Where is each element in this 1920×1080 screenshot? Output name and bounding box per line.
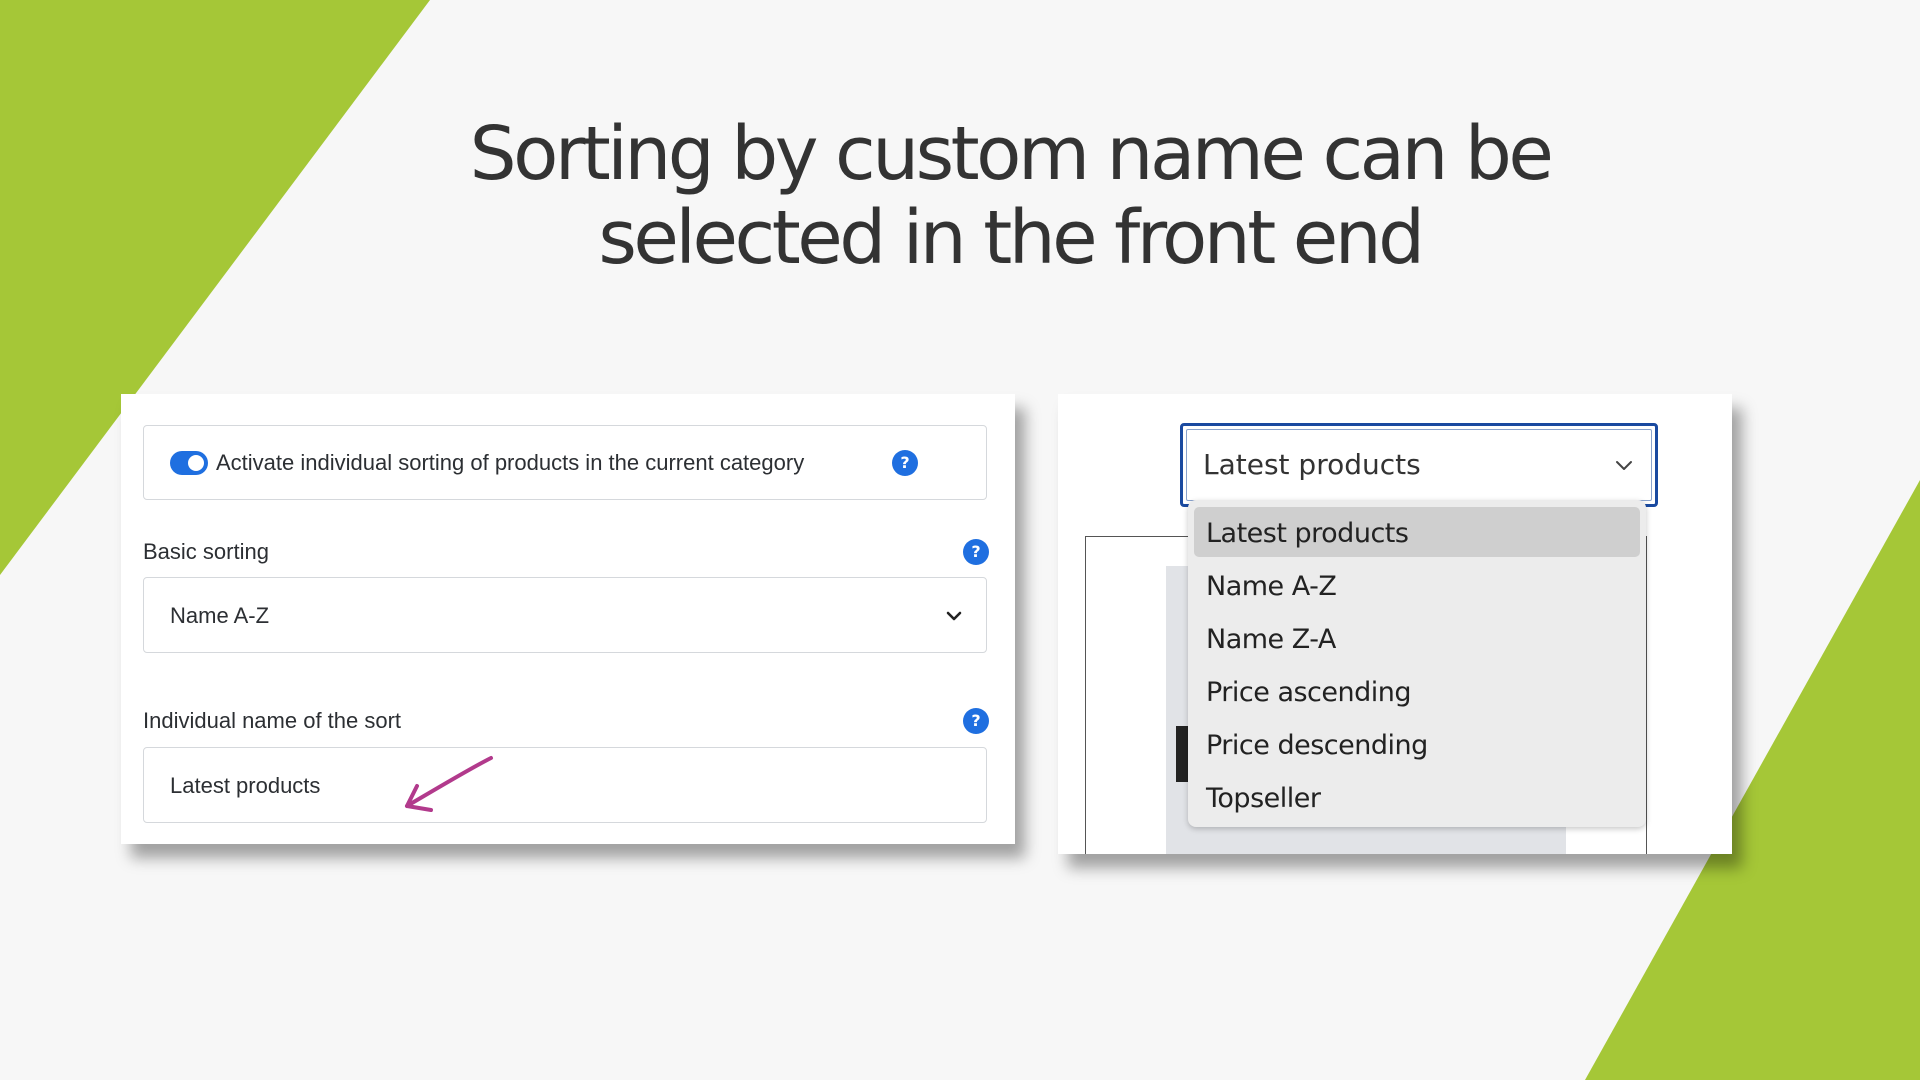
- basic-sorting-select[interactable]: Name A-Z: [143, 577, 987, 653]
- custom-name-label: Individual name of the sort: [143, 708, 402, 733]
- option-label: Latest products: [1206, 518, 1409, 549]
- option-label: Price descending: [1206, 730, 1428, 761]
- sort-option-name-a-z[interactable]: Name A-Z: [1194, 560, 1640, 610]
- sort-option-price-ascending[interactable]: Price ascending: [1194, 666, 1640, 716]
- sort-options-dropdown: Latest products Name A-Z Name Z-A Price …: [1188, 500, 1646, 827]
- help-icon[interactable]: ?: [892, 450, 918, 476]
- custom-name-input[interactable]: Latest products: [143, 747, 987, 823]
- sort-option-latest-products[interactable]: Latest products: [1194, 507, 1640, 557]
- activate-sorting-label: Activate individual sorting of products …: [216, 450, 805, 475]
- option-label: Price ascending: [1206, 677, 1412, 708]
- help-icon[interactable]: ?: [963, 708, 989, 734]
- product-image-fragment: [1176, 726, 1188, 782]
- pink-arrow-icon: [405, 756, 493, 812]
- sort-option-price-descending[interactable]: Price descending: [1194, 719, 1640, 769]
- help-icon[interactable]: ?: [963, 539, 989, 565]
- sort-select-value: Latest products: [1203, 448, 1421, 481]
- option-label: Topseller: [1206, 783, 1321, 814]
- sort-select[interactable]: Latest products: [1180, 423, 1658, 507]
- option-label: Name A-Z: [1206, 571, 1337, 602]
- activate-sorting-row: Activate individual sorting of products …: [143, 425, 987, 500]
- basic-sorting-label: Basic sorting: [143, 539, 269, 564]
- chevron-down-icon: [946, 611, 962, 621]
- slide-title: Sorting by custom name can be selected i…: [330, 112, 1690, 280]
- storefront-preview: Latest products Latest products Name A-Z…: [1058, 394, 1732, 854]
- admin-settings-panel: Activate individual sorting of products …: [121, 394, 1015, 844]
- custom-name-value: Latest products: [170, 773, 321, 798]
- option-label: Name Z-A: [1206, 624, 1336, 655]
- sort-option-name-z-a[interactable]: Name Z-A: [1194, 613, 1640, 663]
- basic-sorting-value: Name A-Z: [170, 603, 270, 628]
- activate-sorting-toggle[interactable]: [170, 451, 208, 475]
- slide-title-line-2: selected in the front end: [598, 195, 1425, 281]
- sort-option-topseller[interactable]: Topseller: [1194, 772, 1640, 822]
- slide-title-line-1: Sorting by custom name can be: [469, 111, 1554, 197]
- chevron-down-icon: [1616, 461, 1632, 470]
